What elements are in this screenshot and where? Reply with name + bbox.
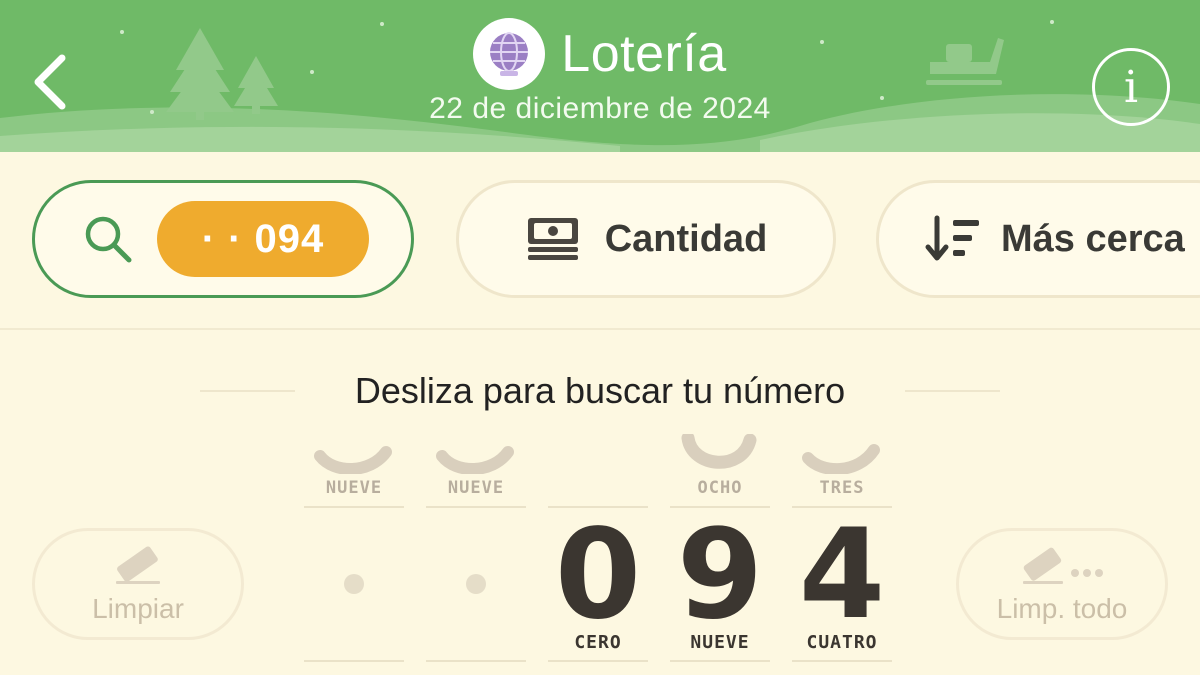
selected-digit-word: NUEVE [690,632,750,653]
selected-digit: 9 [676,503,764,647]
eraser-icon [116,546,160,584]
column-separator [304,660,404,662]
digit-column-2[interactable]: NUEVE [422,430,530,675]
selected-digit: 4 [798,503,886,647]
previous-digit-shadow [681,434,757,469]
swipe-instruction: Desliza para buscar tu número [354,370,846,411]
sort-label: Más cerca [1001,217,1185,260]
selected-digit-word: CERO [574,632,622,653]
digit-column-5[interactable]: TRES 4 CUATRO [788,430,896,675]
filter-bar: · · 094 Cantidad Más cerca [0,152,1200,330]
column-separator [670,660,770,662]
column-separator [426,660,526,662]
previous-digit-word: OCHO [697,478,743,498]
clear-all-button[interactable]: Limp. todo [956,528,1168,640]
draw-date: 22 de diciembre de 2024 [429,92,771,125]
searched-number-badge: · · 094 [157,201,369,277]
digit-column-4[interactable]: OCHO 9 NUEVE [666,430,774,675]
amount-filter-chip[interactable]: Cantidad [456,180,836,298]
empty-digit-dot [344,574,364,594]
digit-column-3[interactable]: 0 CERO [544,430,652,675]
clear-label: Limpiar [92,593,184,624]
sort-descending-icon [925,215,979,261]
previous-digit-shadow [314,446,392,474]
previous-digit-shadow [802,444,880,474]
page-title: Lotería [561,25,727,83]
digit-column-1[interactable]: NUEVE [300,430,408,675]
clear-all-label: Limp. todo [996,593,1128,624]
info-button[interactable]: i [1092,48,1170,126]
previous-digit-word: NUEVE [447,478,505,498]
selected-digit-word: CUATRO [806,632,878,653]
search-icon [85,216,132,263]
amount-filter-label: Cantidad [604,217,768,260]
app-header: Lotería 22 de diciembre de 2024 i [0,0,1200,152]
column-separator [548,660,648,662]
header-title-block: Lotería 22 de diciembre de 2024 [0,18,1200,126]
clear-button[interactable]: Limpiar [32,528,244,640]
sort-chip[interactable]: Más cerca [876,180,1200,298]
column-separator [426,506,526,508]
selected-digit: 0 [554,503,642,647]
lottery-globe-icon [490,32,529,76]
empty-digit-dot [466,574,486,594]
info-icon: i [1123,61,1139,113]
column-separator [304,506,404,508]
eraser-more-icon [1023,547,1103,584]
banknotes-icon [527,218,578,260]
lottery-logo [473,18,546,90]
previous-digit-shadow [436,446,514,474]
previous-digit-word: NUEVE [325,478,383,498]
number-search-chip[interactable]: · · 094 [32,180,414,298]
column-separator [792,660,892,662]
previous-digit-word: TRES [819,478,865,498]
